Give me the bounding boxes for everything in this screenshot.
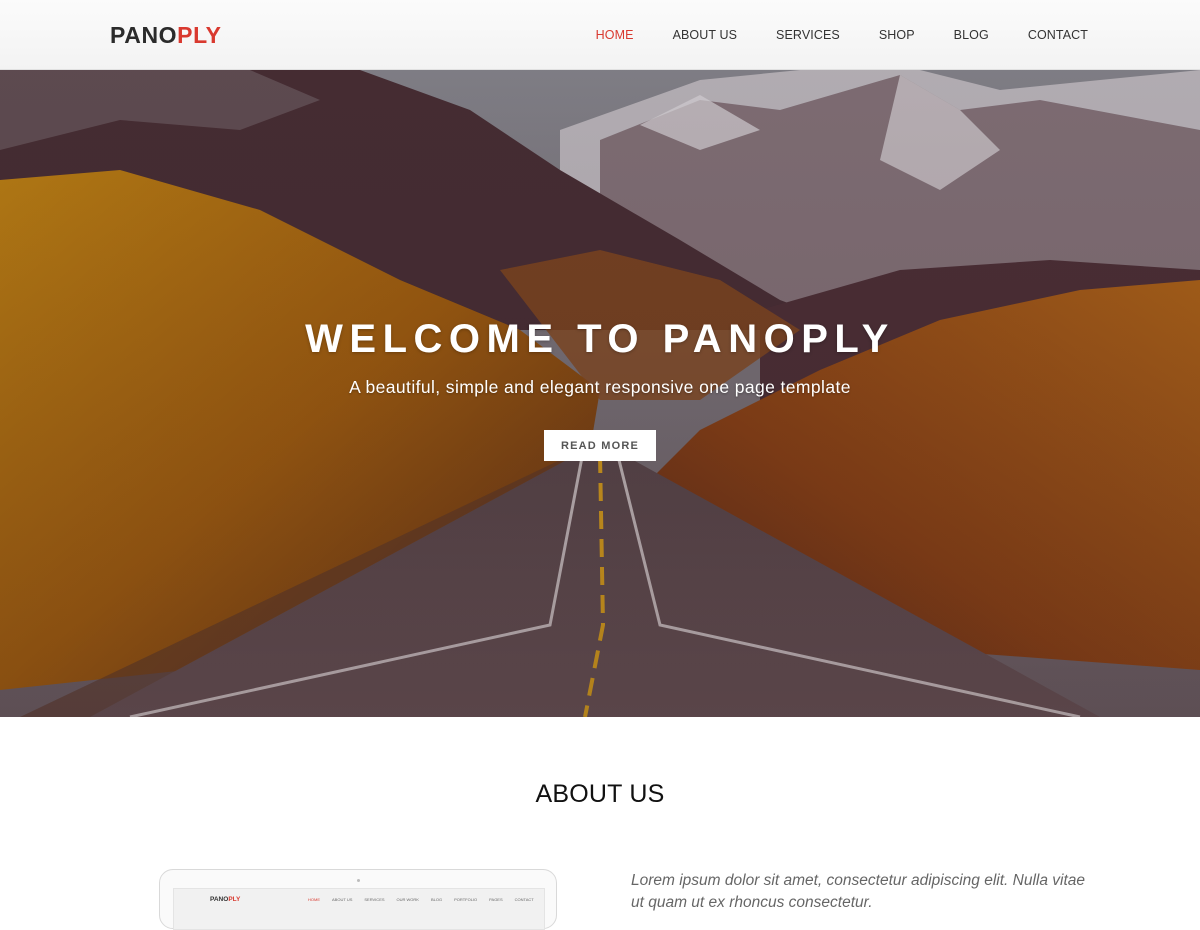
nav-item-contact[interactable]: CONTACT — [1028, 28, 1088, 42]
nav-item-shop[interactable]: SHOP — [879, 28, 915, 42]
nav-item-services[interactable]: SERVICES — [776, 28, 840, 42]
nav-item-blog[interactable]: BLOG — [954, 28, 989, 42]
about-paragraph: Lorem ipsum dolor sit amet, consectetur … — [631, 872, 1086, 911]
hero-section: WELCOME TO PANOPLY A beautiful, simple a… — [0, 70, 1200, 717]
nav-item-home[interactable]: HOME — [596, 28, 634, 42]
device-screen: PANOPLY HOME ABOUT US SERVICES OUR WORK … — [173, 888, 545, 930]
site-logo[interactable]: PANOPLY — [110, 22, 222, 49]
logo-main-text: PANO — [110, 22, 178, 48]
hero-subtitle: A beautiful, simple and elegant responsi… — [349, 377, 851, 397]
hero-title: WELCOME TO PANOPLY — [305, 317, 895, 361]
about-heading: ABOUT US — [535, 780, 665, 808]
device-mockup-image: PANOPLY HOME ABOUT US SERVICES OUR WORK … — [159, 869, 557, 930]
read-more-button[interactable]: READ MORE — [544, 430, 656, 461]
logo-accent-text: PLY — [177, 22, 222, 48]
main-nav: HOME ABOUT US SERVICES SHOP BLOG CONTACT — [557, 0, 1088, 70]
site-header: PANOPLY HOME ABOUT US SERVICES SHOP BLOG… — [0, 0, 1200, 70]
nav-item-about-us[interactable]: ABOUT US — [673, 28, 737, 42]
device-camera — [357, 879, 360, 882]
